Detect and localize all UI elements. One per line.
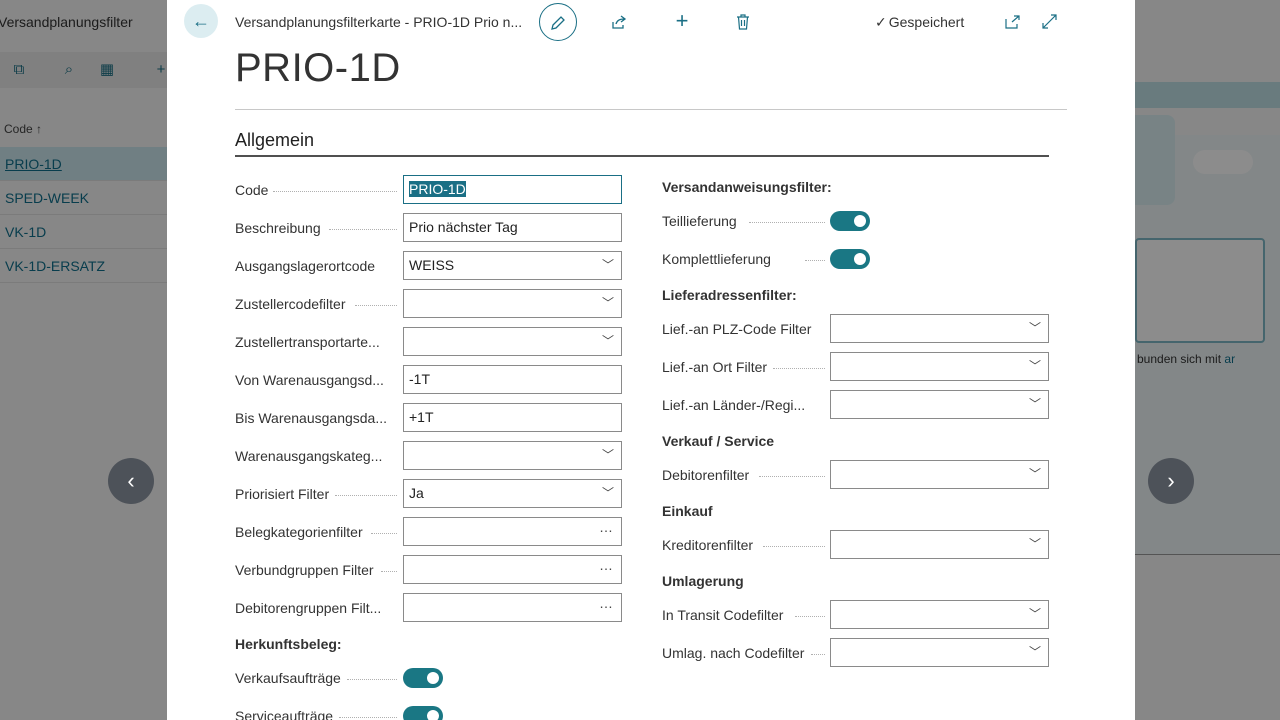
toggle-label: Teillieferung: [662, 213, 737, 229]
chevron-down-icon: ﹀: [1028, 645, 1041, 659]
shipping-agent-filter-dropdown[interactable]: ﹀: [403, 289, 622, 318]
field-label: Debitorengruppen Filt...: [235, 600, 382, 616]
chevron-down-icon: ﹀: [601, 258, 614, 272]
field-label: Lief.-an Ort Filter: [662, 359, 768, 375]
field-label: Verbundgruppen Filter: [235, 562, 374, 578]
divider: [235, 155, 1049, 157]
plus-icon: +: [675, 8, 689, 33]
chevron-down-icon: ﹀: [1028, 467, 1041, 481]
field-label: Zustellertransportarte...: [235, 334, 380, 350]
chevron-down-icon: ﹀: [1028, 607, 1041, 621]
field-label: Beschreibung: [235, 220, 321, 236]
card-breadcrumb: Versandplanungsfilterkarte - PRIO-1D Pri…: [235, 14, 523, 30]
field-label: Priorisiert Filter: [235, 486, 330, 502]
toggle-label: Serviceaufträge: [235, 708, 334, 720]
chevron-down-icon: ﹀: [601, 296, 614, 310]
ellipsis-icon[interactable]: …: [599, 518, 614, 541]
in-transit-code-filter-dropdown[interactable]: ﹀: [830, 600, 1049, 629]
group-filter-field[interactable]: …: [403, 555, 622, 584]
card-toolbar: ← Versandplanungsfilterkarte - PRIO-1D P…: [167, 0, 1135, 44]
back-button[interactable]: ←: [184, 4, 218, 38]
field-label: Warenausgangskateg...: [235, 448, 383, 464]
trash-icon: [737, 13, 749, 30]
new-button[interactable]: +: [667, 5, 697, 37]
record-card: ← Versandplanungsfilterkarte - PRIO-1D P…: [167, 0, 1135, 720]
field-label: Belegkategorienfilter: [235, 524, 363, 540]
customer-group-filter-field[interactable]: …: [403, 593, 622, 622]
chevron-down-icon: ﹀: [601, 448, 614, 462]
save-status: ✓ Gespeichert: [875, 14, 965, 30]
chevron-left-icon: ‹: [127, 468, 135, 493]
shipment-category-dropdown[interactable]: ﹀: [403, 441, 622, 470]
shipping-service-filter-dropdown[interactable]: ﹀: [403, 327, 622, 356]
ship-to-city-filter-dropdown[interactable]: ﹀: [830, 352, 1049, 381]
chevron-down-icon: ﹀: [601, 486, 614, 500]
previous-record-button[interactable]: ‹: [108, 458, 154, 504]
chevron-down-icon: ﹀: [1028, 359, 1041, 373]
chevron-right-icon: ›: [1167, 468, 1175, 493]
ellipsis-icon[interactable]: …: [599, 594, 614, 617]
field-label: Debitorenfilter: [662, 467, 750, 483]
open-in-new-window-icon: [1004, 14, 1020, 29]
field-label: Ausgangslagerortcode: [235, 258, 376, 274]
chevron-down-icon: ﹀: [1028, 537, 1041, 551]
chevron-down-icon: ﹀: [1028, 397, 1041, 411]
toggle-label: Verkaufsaufträge: [235, 670, 341, 686]
field-label: Lief.-an PLZ-Code Filter: [662, 321, 812, 337]
group-heading: Lieferadressenfilter:: [662, 287, 797, 303]
ship-to-country-filter-dropdown[interactable]: ﹀: [830, 390, 1049, 419]
complete-delivery-toggle[interactable]: [830, 249, 870, 269]
document-category-filter-field[interactable]: …: [403, 517, 622, 546]
next-record-button[interactable]: ›: [1148, 458, 1194, 504]
page-title: PRIO-1D: [235, 46, 401, 90]
field-label: Code: [235, 182, 269, 198]
to-shipment-date-field[interactable]: +1T: [403, 403, 622, 432]
vendor-filter-dropdown[interactable]: ﹀: [830, 530, 1049, 559]
delete-button[interactable]: [728, 5, 758, 37]
prioritized-filter-dropdown[interactable]: Ja ﹀: [403, 479, 622, 508]
field-label: Bis Warenausgangsda...: [235, 410, 388, 426]
toggle-label: Komplettlieferung: [662, 251, 771, 267]
share-icon: [611, 14, 626, 29]
field-label: Kreditorenfilter: [662, 537, 754, 553]
group-heading: Versandanweisungsfilter:: [662, 179, 832, 195]
service-orders-toggle[interactable]: [403, 706, 443, 720]
expand-button[interactable]: [1034, 5, 1064, 37]
chevron-down-icon: ﹀: [601, 334, 614, 348]
location-code-dropdown[interactable]: WEISS ﹀: [403, 251, 622, 280]
checkmark-icon: ✓: [875, 14, 887, 30]
field-label: Von Warenausgangsd...: [235, 372, 384, 388]
share-button[interactable]: [604, 5, 634, 37]
chevron-down-icon: ﹀: [1028, 321, 1041, 335]
sales-orders-toggle[interactable]: [403, 668, 443, 688]
group-heading: Verkauf / Service: [662, 433, 775, 449]
partial-delivery-toggle[interactable]: [830, 211, 870, 231]
arrow-left-icon: ←: [192, 11, 210, 31]
open-new-window-button[interactable]: [997, 5, 1027, 37]
divider: [235, 109, 1067, 110]
group-heading: Umlagerung: [662, 573, 744, 589]
group-heading: Einkauf: [662, 503, 713, 519]
from-shipment-date-field[interactable]: -1T: [403, 365, 622, 394]
group-heading: Herkunftsbeleg:: [235, 636, 342, 652]
ship-to-post-code-filter-dropdown[interactable]: ﹀: [830, 314, 1049, 343]
field-label: Umlag. nach Codefilter: [662, 645, 805, 661]
transfer-to-code-filter-dropdown[interactable]: ﹀: [830, 638, 1049, 667]
section-title-allgemein[interactable]: Allgemein: [235, 130, 314, 151]
field-label: In Transit Codefilter: [662, 607, 784, 623]
ellipsis-icon[interactable]: …: [599, 556, 614, 579]
customer-filter-dropdown[interactable]: ﹀: [830, 460, 1049, 489]
pencil-icon: [551, 15, 565, 30]
edit-button[interactable]: [539, 3, 577, 41]
description-field[interactable]: Prio nächster Tag: [403, 213, 622, 242]
field-label: Lief.-an Länder-/Regi...: [662, 397, 806, 413]
field-label: Zustellercodefilter: [235, 296, 346, 312]
code-field[interactable]: PRIO-1D: [403, 175, 622, 204]
expand-icon: [1041, 14, 1057, 29]
